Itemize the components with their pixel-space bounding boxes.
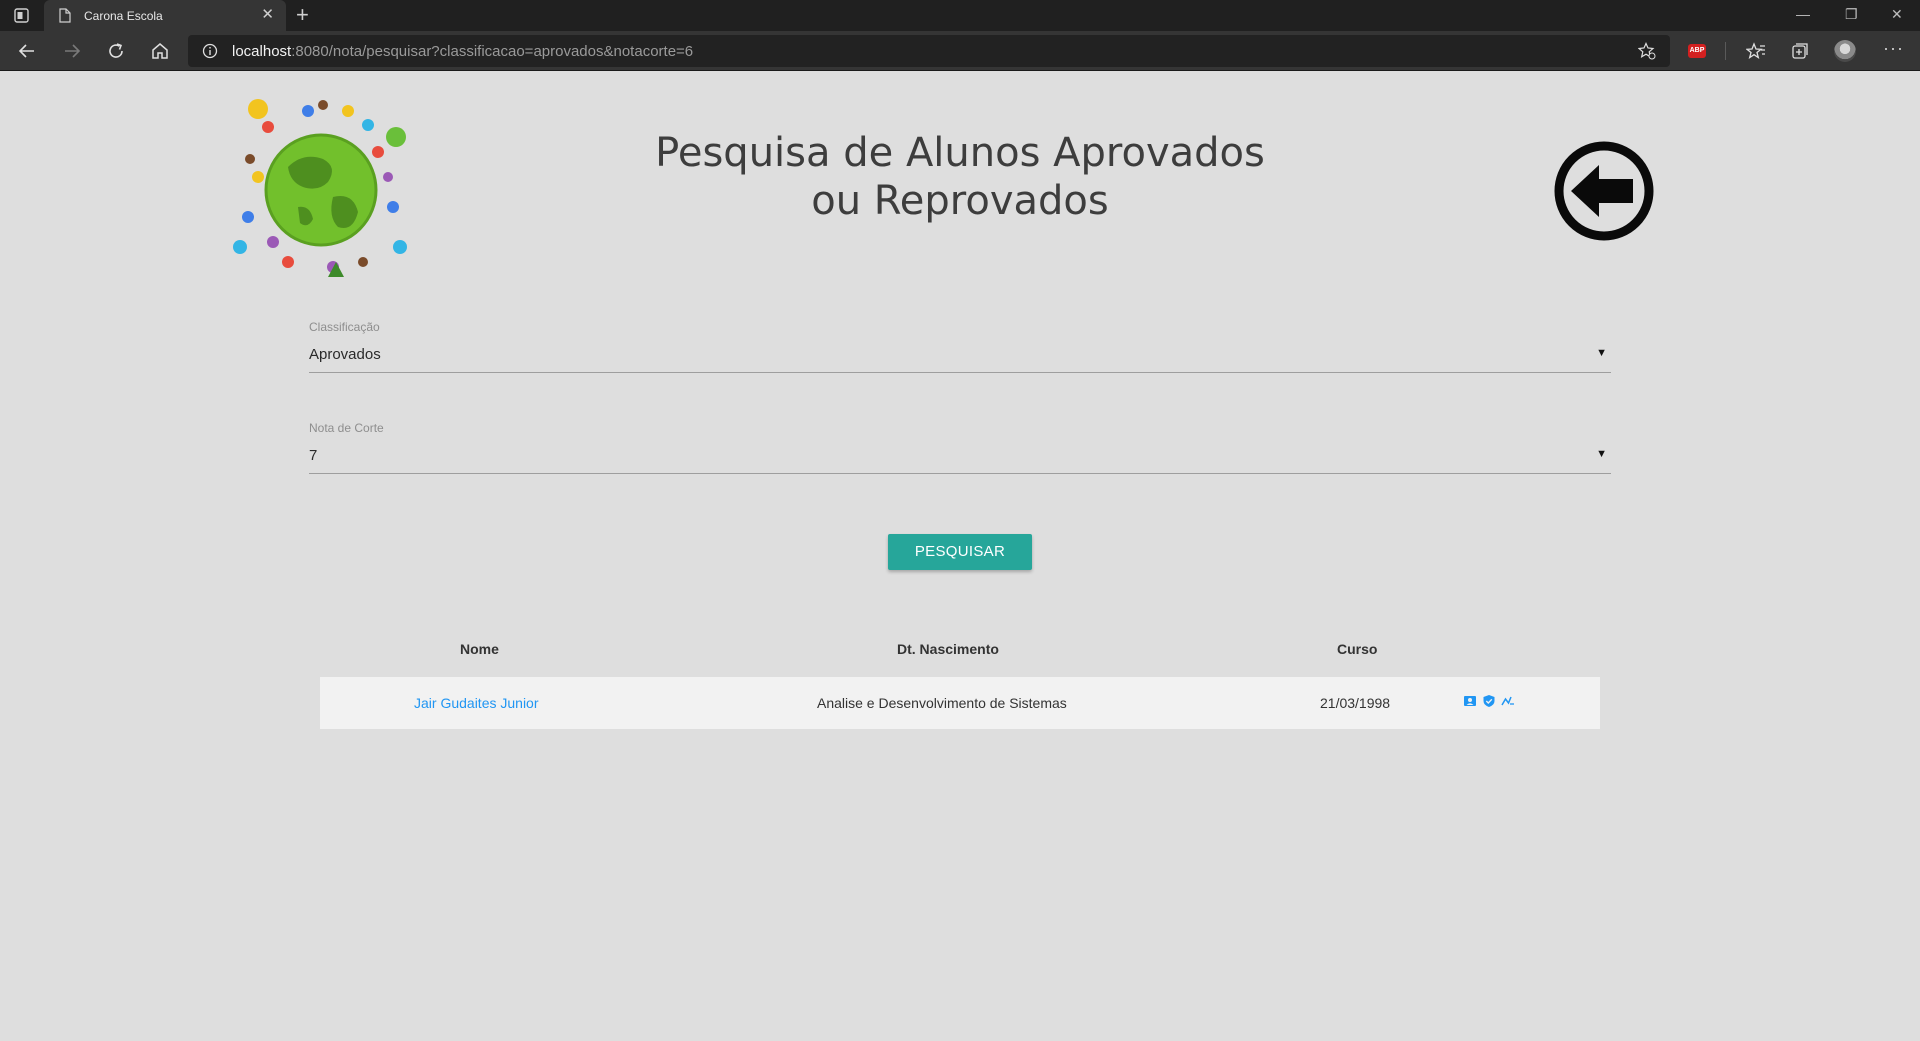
classificacao-value: Aprovados [309, 346, 381, 363]
browser-toolbar: localhost:8080/nota/pesquisar?classifica… [0, 31, 1920, 71]
more-menu-button[interactable]: ··· [1883, 38, 1904, 59]
url-host: localhost [232, 43, 292, 60]
contact-card-icon[interactable] [1463, 694, 1477, 708]
url-text[interactable]: localhost:8080/nota/pesquisar?classifica… [232, 43, 693, 60]
toolbar-separator [1725, 42, 1726, 60]
refresh-icon[interactable] [106, 41, 126, 61]
new-tab-button[interactable]: + [296, 4, 309, 26]
table-header-nome: Nome [460, 641, 499, 657]
classificacao-field: Classificação Aprovados ▼ [309, 320, 1611, 373]
collections-icon[interactable] [1790, 41, 1810, 61]
home-icon[interactable] [150, 41, 170, 61]
info-icon[interactable] [202, 43, 218, 59]
nota-corte-label: Nota de Corte [309, 421, 384, 435]
tab-actions-icon[interactable] [14, 8, 29, 23]
page-title-line1: Pesquisa de Alunos Aprovados [655, 130, 1265, 176]
restore-button[interactable]: ❐ [1845, 6, 1858, 23]
browser-tab-bar: Carona Escola ✕ + — ❐ ✕ [0, 0, 1920, 31]
favorites-icon[interactable] [1746, 41, 1766, 61]
close-tab-icon[interactable]: ✕ [261, 7, 274, 22]
table-header-dt-nascimento: Dt. Nascimento [897, 641, 999, 657]
nota-corte-select[interactable]: 7 ▼ [309, 442, 1611, 474]
profile-avatar[interactable] [1834, 40, 1856, 62]
classificacao-select[interactable]: Aprovados ▼ [309, 341, 1611, 373]
forward-arrow-icon[interactable] [62, 41, 82, 61]
nota-corte-field: Nota de Corte 7 ▼ [309, 421, 1611, 474]
student-name-link[interactable]: Jair Gudaites Junior [414, 695, 539, 711]
nota-corte-value: 7 [309, 447, 318, 464]
back-arrow-icon[interactable] [17, 41, 37, 61]
address-bar[interactable]: localhost:8080/nota/pesquisar?classifica… [188, 35, 1670, 67]
add-favorite-icon[interactable] [1638, 42, 1656, 60]
minimize-button[interactable]: — [1796, 6, 1810, 22]
page-icon [59, 8, 71, 23]
classificacao-label: Classificação [309, 320, 380, 334]
table-row: Jair Gudaites Junior Analise e Desenvolv… [320, 677, 1600, 729]
pesquisar-button[interactable]: PESQUISAR [888, 534, 1032, 570]
chart-line-icon[interactable] [1501, 694, 1515, 708]
dropdown-caret-icon: ▼ [1596, 347, 1607, 359]
dropdown-caret-icon: ▼ [1596, 448, 1607, 460]
table-header-curso: Curso [1337, 641, 1378, 657]
page-title: Pesquisa de Alunos Aprovados ou Reprovad… [560, 129, 1360, 225]
url-path: :8080/nota/pesquisar?classificacao=aprov… [291, 43, 694, 60]
page-content: Pesquisa de Alunos Aprovados ou Reprovad… [0, 71, 1920, 1041]
school-globe-logo [233, 99, 407, 277]
adblock-extension-icon[interactable]: ABP [1688, 44, 1706, 58]
shield-check-icon[interactable] [1482, 694, 1496, 708]
tab-title: Carona Escola [84, 9, 163, 23]
page-title-line2: ou Reprovados [811, 178, 1109, 224]
back-arrow-circle-icon[interactable] [1553, 140, 1655, 242]
browser-tab[interactable]: Carona Escola ✕ [44, 0, 286, 31]
close-window-button[interactable]: ✕ [1891, 6, 1903, 23]
row-cell-3: 21/03/1998 [1320, 695, 1391, 711]
row-cell-2: Analise e Desenvolvimento de Sistemas [817, 695, 1067, 711]
